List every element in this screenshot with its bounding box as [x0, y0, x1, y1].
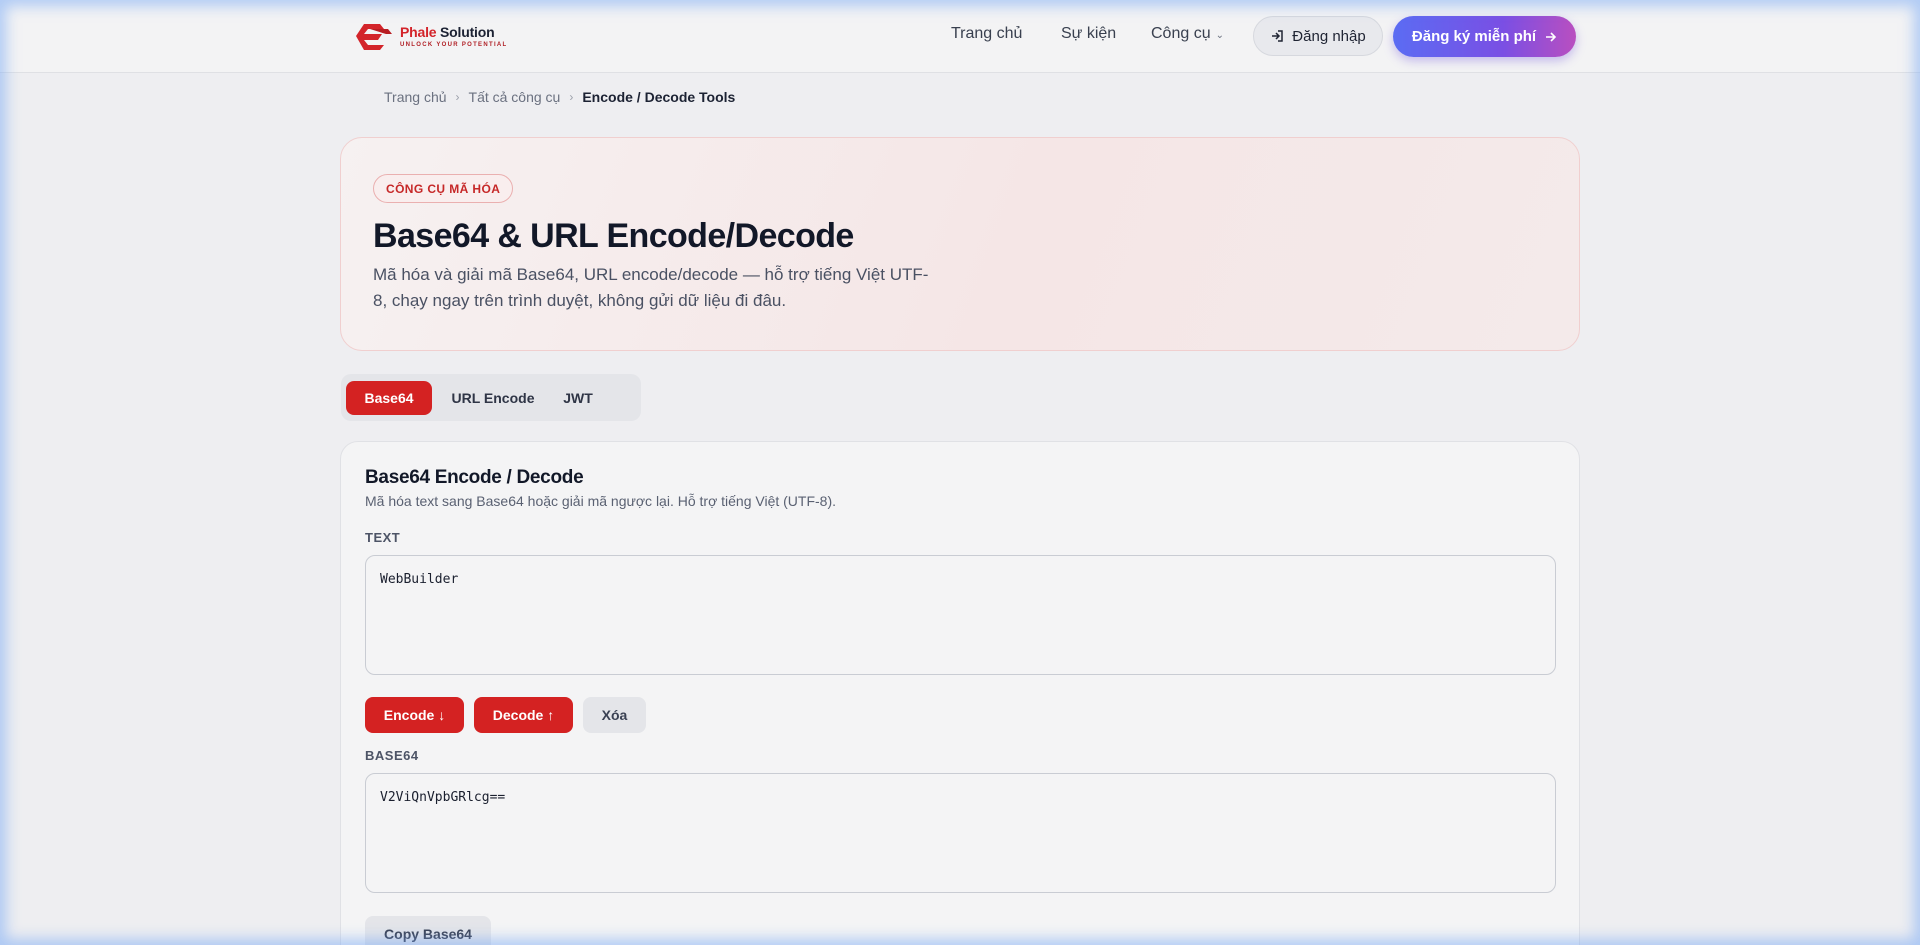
logo[interactable]: Phale Solution UNLOCK YOUR POTENTIAL — [350, 20, 508, 52]
text-input[interactable]: WebBuilder — [365, 555, 1556, 675]
arrow-right-icon — [1546, 31, 1557, 42]
logo-name-rest: Solution — [436, 23, 495, 40]
site-header: Phale Solution UNLOCK YOUR POTENTIAL Tra… — [0, 0, 1920, 73]
encode-button[interactable]: Encode ↓ — [365, 697, 464, 733]
breadcrumb-all-tools[interactable]: Tất cả công cụ — [469, 89, 561, 105]
breadcrumb-home[interactable]: Trang chủ — [384, 89, 447, 105]
copy-base64-button[interactable]: Copy Base64 — [365, 916, 491, 945]
tab-base64[interactable]: Base64 — [346, 381, 432, 415]
hero-badge: CÔNG CỤ MÃ HÓA — [373, 174, 514, 203]
tool-tabs: Base64 URL Encode JWT — [341, 374, 641, 421]
clear-button[interactable]: Xóa — [583, 697, 646, 733]
logo-name: Phale Solution — [400, 25, 508, 39]
logo-name-accent: Phale — [400, 23, 437, 40]
decode-button[interactable]: Decode ↑ — [474, 697, 573, 733]
chevron-right-icon: › — [455, 90, 460, 104]
base64-output[interactable]: V2ViQnVpbGRlcg== — [365, 773, 1556, 893]
page-title: Base64 & URL Encode/Decode — [373, 217, 854, 255]
hero-section: CÔNG CỤ MÃ HÓA Base64 & URL Encode/Decod… — [340, 137, 1580, 351]
base64-label: BASE64 — [365, 748, 419, 763]
chevron-down-icon: ⌄ — [1215, 30, 1224, 41]
signup-label: Đăng ký miễn phí — [1411, 28, 1537, 45]
login-label: Đăng nhập — [1292, 27, 1366, 45]
logo-text: Phale Solution UNLOCK YOUR POTENTIAL — [400, 25, 508, 48]
chevron-right-icon: › — [569, 90, 574, 104]
text-label: TEXT — [365, 530, 401, 545]
login-icon — [1272, 30, 1284, 42]
logo-tagline: UNLOCK YOUR POTENTIAL — [400, 41, 508, 48]
nav-events[interactable]: Sự kiện — [1061, 25, 1116, 43]
tab-jwt[interactable]: JWT — [551, 381, 605, 415]
tab-url-encode[interactable]: URL Encode — [441, 381, 545, 415]
nav-home[interactable]: Trang chủ — [951, 25, 1022, 43]
card-description: Mã hóa text sang Base64 hoặc giải mã ngư… — [365, 493, 837, 509]
phale-logo-icon — [356, 24, 392, 50]
base64-card: Base64 Encode / Decode Mã hóa text sang … — [340, 441, 1580, 945]
breadcrumb-current: Encode / Decode Tools — [582, 89, 736, 105]
login-button[interactable]: Đăng nhập — [1253, 16, 1383, 56]
hero-description: Mã hóa và giải mã Base64, URL encode/dec… — [373, 265, 929, 310]
card-title: Base64 Encode / Decode — [365, 467, 584, 488]
nav-tools-label: Công cụ — [1151, 25, 1211, 42]
signup-button[interactable]: Đăng ký miễn phí — [1393, 16, 1576, 57]
breadcrumb: Trang chủ › Tất cả công cụ › Encode / De… — [384, 89, 735, 105]
nav-tools[interactable]: Công cụ ⌄ — [1151, 25, 1224, 43]
